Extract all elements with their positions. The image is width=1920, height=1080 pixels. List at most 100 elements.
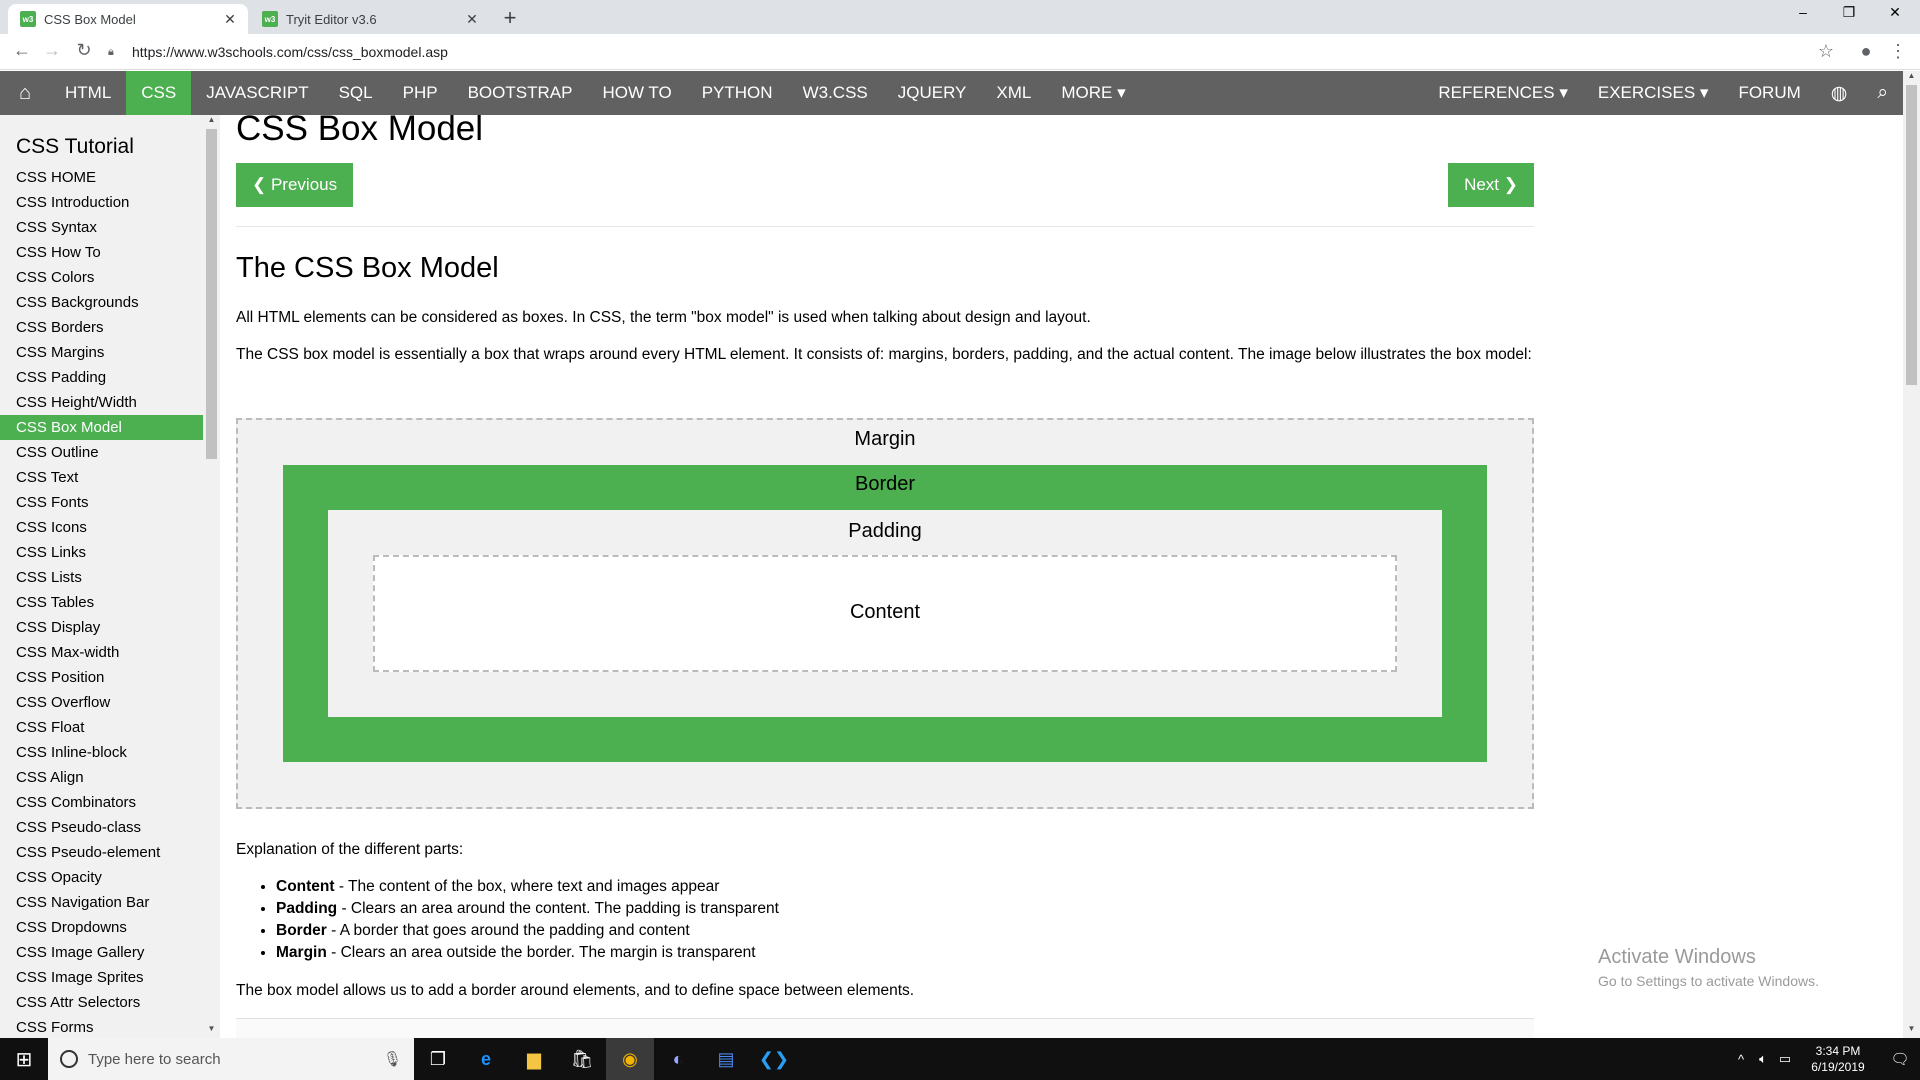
nav-how-to[interactable]: HOW TO xyxy=(587,71,686,115)
notification-icon[interactable]: 🗨︎ xyxy=(1880,1050,1920,1068)
scroll-up-arrow-icon[interactable]: ▲ xyxy=(203,115,220,129)
forward-arrow-icon[interactable]: → xyxy=(40,40,64,61)
part-term: Content xyxy=(276,878,335,895)
minimize-button[interactable]: – xyxy=(1780,4,1826,20)
sidebar-item[interactable]: CSS Outline xyxy=(0,440,203,465)
page-scrollbar[interactable]: ▲ ▼ xyxy=(1903,71,1920,1038)
sidebar-item[interactable]: CSS Text xyxy=(0,465,203,490)
nav-exercises-dropdown[interactable]: EXERCISES ▾ xyxy=(1583,71,1724,115)
sidebar-item[interactable]: CSS Inline-block xyxy=(0,740,203,765)
store-icon[interactable]: 🛍︎ xyxy=(558,1038,606,1080)
scrollbar-thumb[interactable] xyxy=(206,129,217,459)
sidebar-item[interactable]: CSS Introduction xyxy=(0,190,203,215)
nav-javascript[interactable]: JAVASCRIPT xyxy=(191,71,323,115)
taskbar-clock[interactable]: 3:34 PM 6/19/2019 xyxy=(1796,1043,1880,1075)
sidebar-item[interactable]: CSS Links xyxy=(0,540,203,565)
sidebar-item[interactable]: CSS Float xyxy=(0,715,203,740)
new-tab-button[interactable]: + xyxy=(498,5,522,31)
vscode-icon[interactable]: ❮❯ xyxy=(750,1038,798,1080)
sidebar-item[interactable]: CSS Image Sprites xyxy=(0,965,203,990)
bookmark-star-icon[interactable]: ☆ xyxy=(1815,41,1837,62)
sidebar-item[interactable]: CSS Pseudo-class xyxy=(0,815,203,840)
globe-icon[interactable]: ◍ xyxy=(1816,71,1863,115)
profile-icon[interactable]: ● xyxy=(1855,41,1877,62)
microphone-icon[interactable]: 🎙︎ xyxy=(383,1050,402,1068)
sidebar-item[interactable]: CSS HOME xyxy=(0,165,203,190)
next-button[interactable]: Next ❯ xyxy=(1448,163,1534,207)
sidebar-item[interactable]: CSS Opacity xyxy=(0,865,203,890)
tab-close-icon[interactable]: ✕ xyxy=(220,11,240,28)
sidebar-item[interactable]: CSS Max-width xyxy=(0,640,203,665)
sidebar-item[interactable]: CSS Borders xyxy=(0,315,203,340)
sidebar-item[interactable]: CSS Combinators xyxy=(0,790,203,815)
nav-sql[interactable]: SQL xyxy=(324,71,388,115)
sidebar-item[interactable]: CSS Attr Selectors xyxy=(0,990,203,1015)
tray-chevron-up-icon[interactable]: ^ xyxy=(1730,1052,1752,1067)
taskbar-search-input[interactable]: Type here to search 🎙︎ xyxy=(48,1038,414,1080)
sidebar-item[interactable]: CSS Dropdowns xyxy=(0,915,203,940)
restore-button[interactable]: ❐ xyxy=(1826,4,1872,21)
scroll-down-arrow-icon[interactable]: ▼ xyxy=(203,1024,220,1038)
sidebar-item[interactable]: CSS Forms xyxy=(0,1015,203,1038)
chrome-icon[interactable]: ◉ xyxy=(606,1038,654,1080)
terminal-app-icon[interactable]: ◐ xyxy=(654,1038,702,1080)
sidebar-item[interactable]: CSS Lists xyxy=(0,565,203,590)
sidebar-item[interactable]: CSS Position xyxy=(0,665,203,690)
previous-button[interactable]: ❮ Previous xyxy=(236,163,354,207)
sidebar-item[interactable]: CSS Tables xyxy=(0,590,203,615)
sidebar-item[interactable]: CSS Syntax xyxy=(0,215,203,240)
nav-w3css[interactable]: W3.CSS xyxy=(788,71,883,115)
sidebar-item[interactable]: CSS Margins xyxy=(0,340,203,365)
file-explorer-icon[interactable]: ▆ xyxy=(510,1038,558,1080)
nav-more-dropdown[interactable]: MORE ▾ xyxy=(1046,71,1140,115)
windows-start-icon[interactable]: ⊞ xyxy=(0,1038,48,1080)
windows-taskbar: ⊞ Type here to search 🎙︎ ❐ e ▆ 🛍︎ ◉ ◐ ▤ … xyxy=(0,1038,1920,1080)
sidebar-item[interactable]: CSS Image Gallery xyxy=(0,940,203,965)
nav-bootstrap[interactable]: BOOTSTRAP xyxy=(453,71,588,115)
sidebar-item[interactable]: CSS Box Model xyxy=(0,415,203,440)
sidebar-item[interactable]: CSS Pseudo-element xyxy=(0,840,203,865)
menu-kebab-icon[interactable]: ⋮ xyxy=(1887,41,1909,62)
sidebar-item[interactable]: CSS Navigation Bar xyxy=(0,890,203,915)
sidebar-item[interactable]: CSS Icons xyxy=(0,515,203,540)
nav-references-dropdown[interactable]: REFERENCES ▾ xyxy=(1423,71,1582,115)
sidebar-item[interactable]: CSS Align xyxy=(0,765,203,790)
sidebar-item[interactable]: CSS Overflow xyxy=(0,690,203,715)
part-desc: - Clears an area outside the border. The… xyxy=(326,944,756,961)
scrollbar-thumb[interactable] xyxy=(1906,85,1917,385)
close-window-button[interactable]: ✕ xyxy=(1872,4,1918,21)
sidebar-item[interactable]: CSS Display xyxy=(0,615,203,640)
network-icon[interactable]: ▭ xyxy=(1774,1051,1796,1067)
sidebar-item[interactable]: CSS Colors xyxy=(0,265,203,290)
nav-html[interactable]: HTML xyxy=(50,71,126,115)
back-arrow-icon[interactable]: ← xyxy=(10,40,34,61)
explanation-intro: Explanation of the different parts: xyxy=(236,841,464,858)
nav-jquery[interactable]: JQUERY xyxy=(883,71,982,115)
browser-tab-active[interactable]: w3 CSS Box Model ✕ xyxy=(8,4,248,34)
sidebar-item[interactable]: CSS Height/Width xyxy=(0,390,203,415)
sidebar-item[interactable]: CSS Backgrounds xyxy=(0,290,203,315)
task-view-icon[interactable]: ❐ xyxy=(414,1038,462,1080)
sidebar-item[interactable]: CSS Fonts xyxy=(0,490,203,515)
nav-forum[interactable]: FORUM xyxy=(1723,71,1815,115)
scroll-up-arrow-icon[interactable]: ▲ xyxy=(1903,71,1920,85)
tab-close-icon[interactable]: ✕ xyxy=(462,11,482,28)
sidebar-list: CSS HOME CSS Introduction CSS Syntax CSS Ho… xyxy=(0,165,203,1038)
reload-icon[interactable]: ↻ xyxy=(72,40,96,61)
w3schools-favicon-icon: w3 xyxy=(20,11,36,27)
sidebar-item[interactable]: CSS How To xyxy=(0,240,203,265)
nav-php[interactable]: PHP xyxy=(388,71,453,115)
home-icon[interactable]: ⌂ xyxy=(0,71,50,115)
sidebar-item[interactable]: CSS Padding xyxy=(0,365,203,390)
nav-css[interactable]: CSS xyxy=(126,71,192,115)
browser-tab-tryit[interactable]: w3 Tryit Editor v3.6 ✕ xyxy=(250,4,490,34)
search-icon[interactable]: ⌕ xyxy=(1862,71,1903,115)
edge-browser-icon[interactable]: e xyxy=(462,1038,510,1080)
url-bar[interactable]: 🔒︎ https://www.w3schools.com/css/css_box… xyxy=(108,38,1838,66)
nav-python[interactable]: PYTHON xyxy=(687,71,788,115)
nav-xml[interactable]: XML xyxy=(981,71,1046,115)
scroll-down-arrow-icon[interactable]: ▼ xyxy=(1903,1024,1920,1038)
document-app-icon[interactable]: ▤ xyxy=(702,1038,750,1080)
sidebar-scrollbar[interactable]: ▲ ▼ xyxy=(203,115,220,1038)
volume-icon[interactable]: 🔈︎ xyxy=(1752,1051,1774,1067)
